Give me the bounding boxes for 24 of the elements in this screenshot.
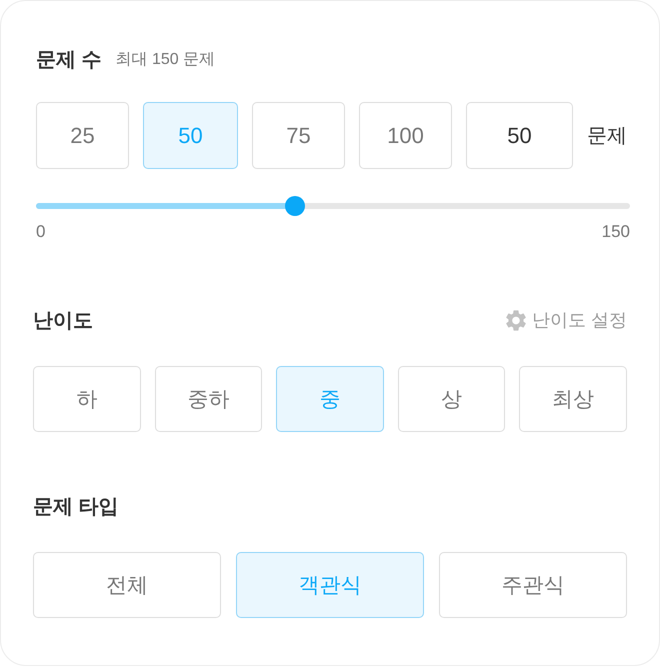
unit-label: 문제 [587, 124, 627, 149]
question-type-option[interactable]: 주관식 [439, 552, 627, 618]
difficulty-option[interactable]: 하 [33, 366, 141, 432]
section-title: 문제 타입 [33, 494, 119, 520]
max-count-hint: 최대 150 문제 [116, 50, 216, 70]
count-option[interactable]: 100 [359, 102, 452, 169]
slider-min-label: 0 [36, 223, 46, 241]
difficulty-option[interactable]: 중 [276, 366, 384, 432]
difficulty-settings-link[interactable]: 난이도 설정 [506, 308, 627, 332]
slider-thumb[interactable] [284, 196, 305, 216]
settings-icon [506, 310, 526, 330]
difficulty-option[interactable]: 최상 [519, 366, 627, 432]
section-title: 난이도 [33, 308, 93, 334]
count-slider[interactable] [36, 196, 630, 216]
count-option[interactable]: 50 [143, 102, 238, 169]
count-input-field[interactable]: 50 [466, 102, 573, 169]
count-option[interactable]: 75 [252, 102, 345, 169]
section-title: 문제 수 [36, 48, 102, 72]
difficulty-option[interactable]: 상 [398, 366, 506, 432]
slider-max-label: 150 [602, 223, 630, 241]
difficulty-option[interactable]: 중하 [154, 366, 262, 432]
question-type-option[interactable]: 객관식 [236, 552, 424, 618]
count-option[interactable]: 25 [36, 102, 129, 169]
question-type-option[interactable]: 전체 [33, 552, 221, 618]
